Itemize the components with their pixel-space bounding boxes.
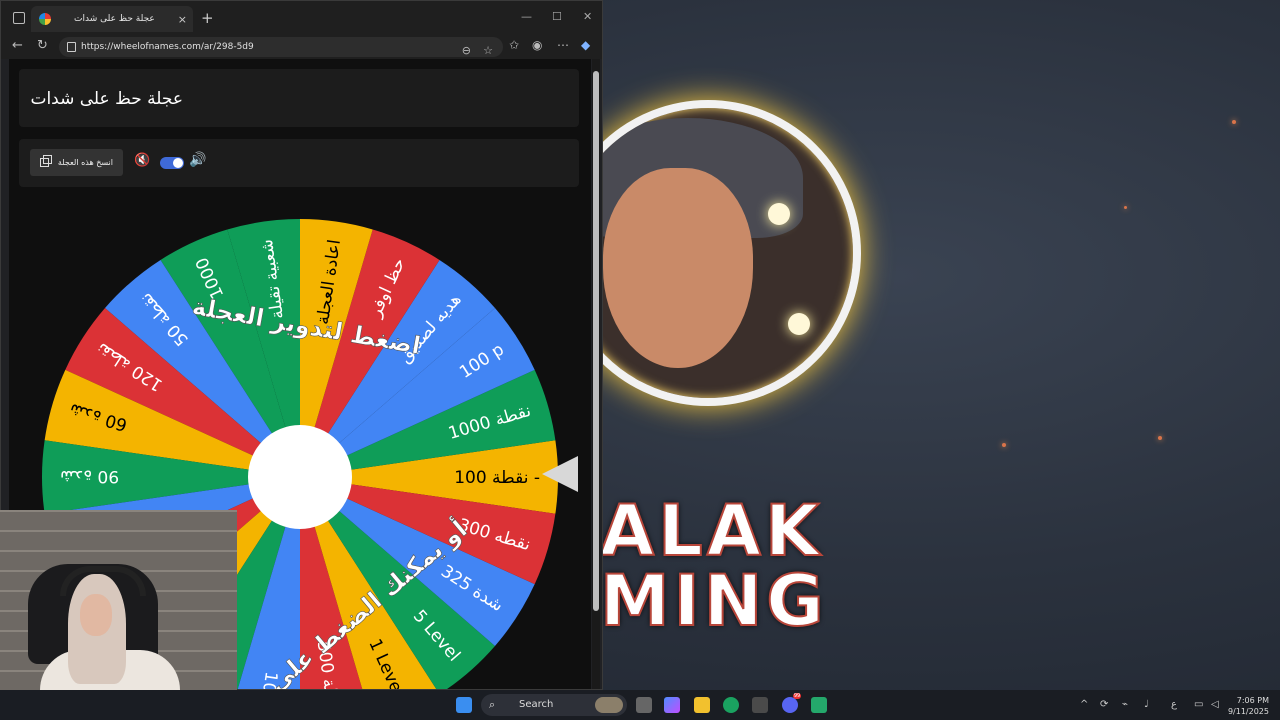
wheel-segment-label: نقطة 100 - [454,468,540,488]
address-bar-row: ← ↻ https://wheelofnames.com/ar/298-5d9 … [1,35,602,59]
scrollbar-thumb[interactable] [593,71,599,611]
store-icon[interactable] [752,697,768,713]
language-indicator[interactable]: ع [1171,699,1177,710]
url-field[interactable]: https://wheelofnames.com/ar/298-5d9 ⊖ ☆ [59,37,503,57]
star-decoration [1002,443,1006,447]
sync-icon[interactable]: ⟳ [1100,699,1108,710]
wheel-pointer [542,456,578,492]
webcam-overlay [0,510,237,690]
file-explorer-icon[interactable] [694,697,710,713]
copy-wheel-button[interactable]: انسخ هذه العجلة [30,149,123,176]
refresh-icon[interactable]: ↻ [37,38,48,53]
mute-icon[interactable]: 🔇 [134,153,150,168]
windows-start-icon[interactable] [456,697,472,713]
system-clock[interactable]: 7:06 PM 9/11/2025 [1228,695,1269,717]
speaker-icon[interactable]: ◁ [1211,699,1219,710]
microphone-icon[interactable]: ♩ [1144,699,1149,710]
discord-badge: 99 [793,693,801,699]
search-label: Search [519,699,554,710]
favorite-star-icon[interactable]: ☆ [483,41,493,61]
tab-bar: عجلة حظ على شدات × + — ☐ ✕ [1,1,602,35]
edge-browser-icon[interactable] [723,697,739,713]
clock-date: 9/11/2025 [1227,707,1269,716]
wheel-segment-label: 90 شدة [60,466,119,486]
app-icon[interactable] [811,697,827,713]
star-decoration [1124,206,1127,209]
copy-wheel-label: انسخ هذه العجلة [57,158,113,167]
lock-icon [67,42,76,52]
volume-icon[interactable]: 🔊 [189,152,206,168]
page-title: عجلة حظ على شدات [30,89,183,109]
copy-icon [40,155,52,167]
search-highlight-image [595,697,623,713]
discord-icon[interactable] [782,697,798,713]
page-scrollbar[interactable] [592,59,600,689]
minimize-icon[interactable]: — [521,10,532,23]
sound-toggle[interactable] [160,157,184,169]
back-icon[interactable]: ← [12,38,23,53]
copilot-app-icon[interactable] [664,697,680,713]
star-decoration [1232,120,1236,124]
tab-title: عجلة حظ على شدات [74,14,155,24]
favorites-icon[interactable]: ✩ [509,38,519,52]
maximize-icon[interactable]: ☐ [552,10,562,23]
more-menu-icon[interactable]: ⋯ [557,38,569,52]
close-tab-icon[interactable]: × [178,13,187,26]
wheel-favicon-icon [39,13,51,25]
star-decoration [1158,436,1162,440]
clock-time: 7:06 PM [1236,696,1269,705]
brand-logo-text: MING [599,559,828,643]
wheel-center-button[interactable] [248,425,352,529]
copilot-icon[interactable]: ◆ [581,38,590,52]
taskbar: ⌕ Search 99 ^ ⟳ ⌁ ♩ ع ▭ ◁ 7:06 PM 9/11/2… [0,690,1280,720]
profile-avatar-icon[interactable]: ◉ [532,38,542,52]
sidebar-toggle-icon[interactable] [13,12,25,24]
task-view-icon[interactable] [636,697,652,713]
network-icon[interactable]: ▭ [1194,699,1203,710]
close-window-icon[interactable]: ✕ [583,10,592,23]
notification-icon[interactable]: ⌁ [1122,699,1128,710]
taskbar-search[interactable]: ⌕ Search [481,694,627,716]
browser-tab[interactable]: عجلة حظ على شدات × [31,6,193,32]
url-text: https://wheelofnames.com/ar/298-5d9 [81,42,254,52]
wheel-title-card: عجلة حظ على شدات [19,69,579,127]
tray-overflow-icon[interactable]: ^ [1080,699,1088,710]
search-icon: ⌕ [489,698,496,711]
wheel-controls: انسخ هذه العجلة 🔇 🔊 [19,139,579,187]
new-tab-button[interactable]: + [201,9,214,27]
reading-icon[interactable]: ⊖ [462,41,471,61]
